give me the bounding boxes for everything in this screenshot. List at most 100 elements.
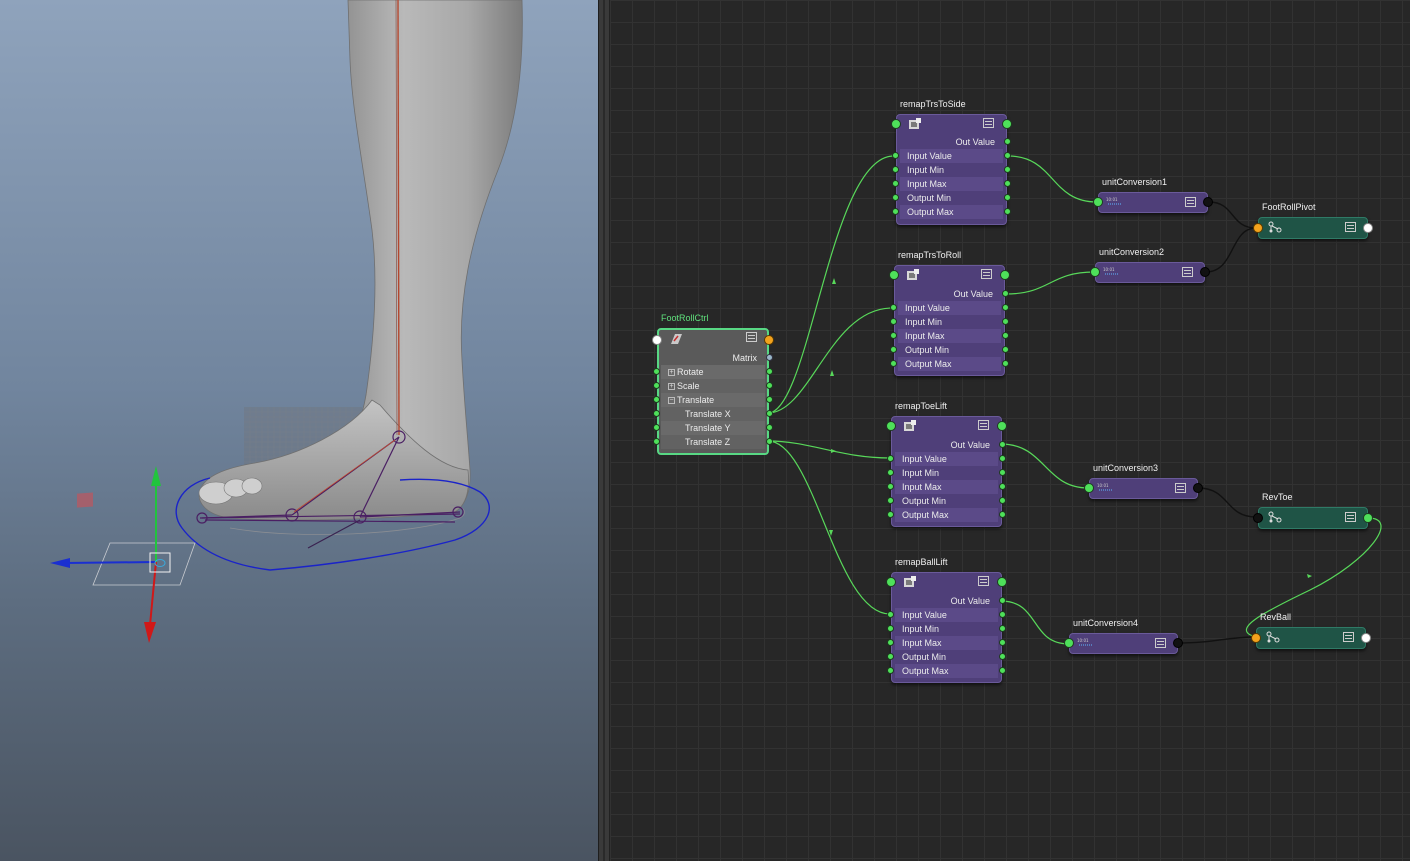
port-input-min-out[interactable] bbox=[999, 625, 1006, 632]
attr-input-max[interactable]: Input Max bbox=[895, 636, 998, 650]
port-rotate-in[interactable] bbox=[653, 368, 660, 375]
attr-out-value[interactable]: Out Value bbox=[895, 438, 998, 452]
attribute-list-icon[interactable] bbox=[978, 576, 989, 586]
port-output-max-in[interactable] bbox=[887, 511, 894, 518]
port-output-min-out[interactable] bbox=[1004, 194, 1011, 201]
port-input-min-out[interactable] bbox=[999, 469, 1006, 476]
port-translate-out[interactable] bbox=[766, 396, 773, 403]
port-input-min-in[interactable] bbox=[887, 469, 894, 476]
remap-trs-to-side-node[interactable]: remapTrsToSide Out Value Input Value Inp… bbox=[891, 99, 1012, 225]
attribute-list-icon[interactable] bbox=[1182, 267, 1193, 277]
expand-icon[interactable]: + bbox=[668, 383, 675, 391]
attribute-list-icon[interactable] bbox=[978, 420, 989, 430]
attr-output-max[interactable]: Output Max bbox=[895, 664, 998, 678]
attr-out-value[interactable]: Out Value bbox=[898, 287, 1001, 301]
node-output-port[interactable] bbox=[1193, 483, 1203, 493]
port-scale-in[interactable] bbox=[653, 382, 660, 389]
attr-input-max[interactable]: Input Max bbox=[895, 480, 998, 494]
port-input-max-out[interactable] bbox=[999, 483, 1006, 490]
attribute-list-icon[interactable] bbox=[1175, 483, 1186, 493]
foot-roll-pivot-node[interactable]: FootRollPivot bbox=[1253, 202, 1373, 239]
attr-translate[interactable]: − Translate bbox=[661, 393, 765, 407]
unit-conversion-2-node[interactable]: unitConversion2 10:01 bbox=[1090, 247, 1210, 283]
node-output-port[interactable] bbox=[997, 577, 1007, 587]
attribute-list-icon[interactable] bbox=[983, 118, 994, 128]
node-output-port[interactable] bbox=[1363, 223, 1373, 233]
port-output-max-out[interactable] bbox=[1004, 208, 1011, 215]
node-output-port[interactable] bbox=[1200, 267, 1210, 277]
port-out-value[interactable] bbox=[1004, 138, 1011, 145]
port-input-value-in[interactable] bbox=[892, 152, 899, 159]
port-ty-in[interactable] bbox=[653, 424, 660, 431]
port-rotate-out[interactable] bbox=[766, 368, 773, 375]
node-output-port[interactable] bbox=[1173, 638, 1183, 648]
remap-ball-lift-node[interactable]: remapBallLift Out Value Input Value Inpu… bbox=[886, 557, 1007, 683]
port-input-value-in[interactable] bbox=[887, 611, 894, 618]
attr-input-min[interactable]: Input Min bbox=[895, 622, 998, 636]
attr-input-max[interactable]: Input Max bbox=[898, 329, 1001, 343]
collapse-icon[interactable]: − bbox=[668, 397, 675, 405]
rev-ball-node[interactable]: RevBall bbox=[1251, 612, 1371, 649]
port-input-max-in[interactable] bbox=[887, 483, 894, 490]
node-input-port[interactable] bbox=[1084, 483, 1094, 493]
port-output-max-out[interactable] bbox=[1002, 360, 1009, 367]
attr-output-min[interactable]: Output Min bbox=[895, 494, 998, 508]
port-input-max-out[interactable] bbox=[1002, 332, 1009, 339]
node-input-port[interactable] bbox=[1064, 638, 1074, 648]
port-input-value-out[interactable] bbox=[1002, 304, 1009, 311]
port-output-min-out[interactable] bbox=[999, 653, 1006, 660]
attr-output-max[interactable]: Output Max bbox=[895, 508, 998, 522]
port-output-max-in[interactable] bbox=[887, 667, 894, 674]
attr-translate-z[interactable]: Translate Z bbox=[661, 435, 765, 449]
port-out-value[interactable] bbox=[999, 441, 1006, 448]
red-handle[interactable] bbox=[77, 492, 93, 508]
port-input-value-in[interactable] bbox=[887, 455, 894, 462]
attribute-list-icon[interactable] bbox=[1345, 222, 1356, 232]
port-input-min-out[interactable] bbox=[1004, 166, 1011, 173]
attr-input-value[interactable]: Input Value bbox=[895, 452, 998, 466]
port-input-max-in[interactable] bbox=[887, 639, 894, 646]
port-output-min-out[interactable] bbox=[999, 497, 1006, 504]
node-output-port[interactable] bbox=[1000, 270, 1010, 280]
port-output-max-in[interactable] bbox=[892, 208, 899, 215]
port-input-max-out[interactable] bbox=[1004, 180, 1011, 187]
node-input-port[interactable] bbox=[1093, 197, 1103, 207]
node-output-port[interactable] bbox=[1002, 119, 1012, 129]
port-out-value[interactable] bbox=[999, 597, 1006, 604]
port-input-max-in[interactable] bbox=[892, 180, 899, 187]
node-output-port[interactable] bbox=[997, 421, 1007, 431]
node-output-port[interactable] bbox=[1363, 513, 1373, 523]
node-input-port[interactable] bbox=[1253, 223, 1263, 233]
foot-roll-ctrl-node[interactable]: FootRollCtrl Matrix + Rotate + Scale − Tran… bbox=[652, 313, 774, 455]
attribute-list-icon[interactable] bbox=[1155, 638, 1166, 648]
port-output-min-in[interactable] bbox=[887, 497, 894, 504]
port-input-min-in[interactable] bbox=[887, 625, 894, 632]
node-editor-canvas[interactable]: FootRollCtrl Matrix + Rotate + Scale − Tran… bbox=[610, 0, 1410, 861]
port-output-min-in[interactable] bbox=[890, 346, 897, 353]
port-tz-in[interactable] bbox=[653, 438, 660, 445]
attribute-list-icon[interactable] bbox=[981, 269, 992, 279]
attribute-list-icon[interactable] bbox=[1343, 632, 1354, 642]
attr-translate-y[interactable]: Translate Y bbox=[661, 421, 765, 435]
node-input-port[interactable] bbox=[1253, 513, 1263, 523]
attr-input-max[interactable]: Input Max bbox=[900, 177, 1003, 191]
node-input-port[interactable] bbox=[1251, 633, 1261, 643]
port-output-max-out[interactable] bbox=[999, 667, 1006, 674]
node-input-port[interactable] bbox=[886, 577, 896, 587]
attribute-list-icon[interactable] bbox=[746, 332, 757, 342]
transform-output-port[interactable] bbox=[764, 335, 774, 345]
attr-input-value[interactable]: Input Value bbox=[900, 149, 1003, 163]
node-input-port[interactable] bbox=[1090, 267, 1100, 277]
node-input-port[interactable] bbox=[889, 270, 899, 280]
attr-output-min[interactable]: Output Min bbox=[895, 650, 998, 664]
attr-input-min[interactable]: Input Min bbox=[895, 466, 998, 480]
port-output-max-in[interactable] bbox=[890, 360, 897, 367]
port-input-min-out[interactable] bbox=[1002, 318, 1009, 325]
port-input-min-in[interactable] bbox=[890, 318, 897, 325]
port-input-max-in[interactable] bbox=[890, 332, 897, 339]
attr-out-value[interactable]: Out Value bbox=[900, 135, 1003, 149]
remap-toe-lift-node[interactable]: remapToeLift Out Value Input Value Input… bbox=[886, 401, 1007, 527]
node-input-port[interactable] bbox=[891, 119, 901, 129]
attribute-list-icon[interactable] bbox=[1185, 197, 1196, 207]
port-out-value[interactable] bbox=[1002, 290, 1009, 297]
